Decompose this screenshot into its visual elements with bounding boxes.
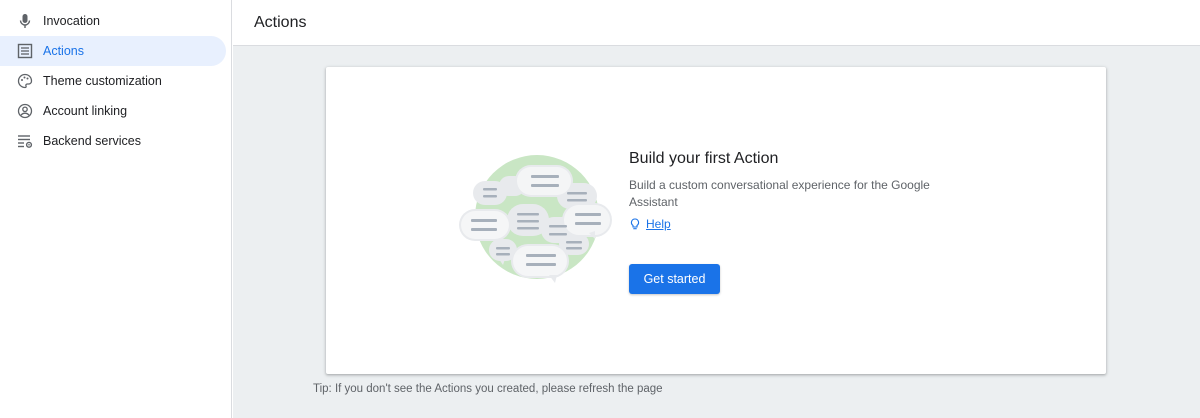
help-link[interactable]: Help	[629, 216, 671, 232]
microphone-icon	[17, 13, 33, 29]
sidebar-item-actions[interactable]: Actions	[0, 36, 226, 66]
sidebar-item-backend-services[interactable]: Backend services	[0, 126, 226, 156]
sidebar-item-label: Account linking	[43, 104, 128, 118]
sidebar: Invocation Actions Theme customization A…	[0, 0, 232, 418]
chat-bubbles-illustration	[459, 155, 612, 283]
settings-list-icon	[17, 133, 33, 149]
sidebar-item-invocation[interactable]: Invocation	[0, 6, 226, 36]
tip-text: Tip: If you don't see the Actions you cr…	[313, 383, 663, 395]
sidebar-item-label: Actions	[43, 44, 84, 58]
sidebar-item-label: Invocation	[43, 14, 100, 28]
cta-description: Build a custom conversational experience…	[629, 178, 930, 209]
page-title: Actions	[254, 14, 307, 31]
get-started-button[interactable]: Get started	[629, 264, 720, 294]
sidebar-item-label: Theme customization	[43, 74, 162, 88]
lightbulb-icon	[630, 218, 640, 230]
sidebar-item-account-linking[interactable]: Account linking	[0, 96, 226, 126]
empty-state-card: Build your first Action Build a custom c…	[326, 67, 1106, 374]
sidebar-item-label: Backend services	[43, 134, 141, 148]
help-link-label[interactable]: Help	[646, 217, 671, 231]
list-document-icon	[17, 43, 33, 59]
page-header: Actions	[233, 0, 1200, 46]
main-content: Build your first Action Build a custom c…	[233, 46, 1200, 418]
palette-icon	[17, 73, 33, 89]
account-circle-icon	[17, 103, 33, 119]
cta-title: Build your first Action	[629, 150, 779, 167]
sidebar-item-theme-customization[interactable]: Theme customization	[0, 66, 226, 96]
